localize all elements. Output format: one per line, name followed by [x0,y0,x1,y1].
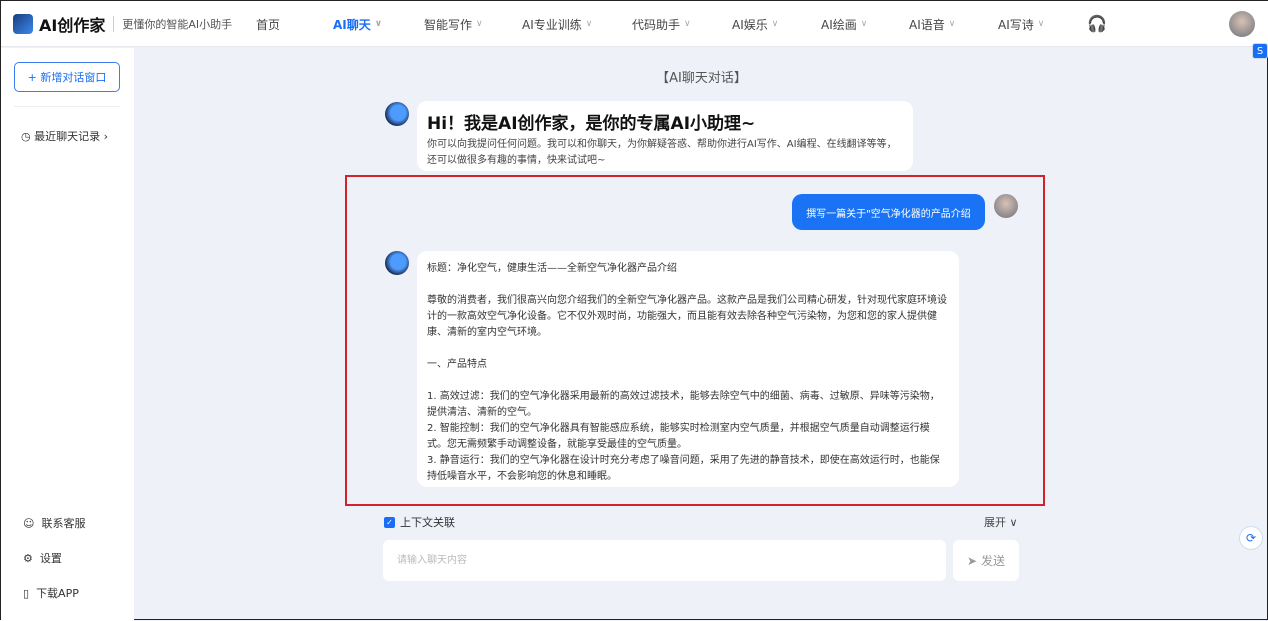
nav-item[interactable]: AI绘画 ∨ [821,1,867,47]
chevron-down-icon: ∨ [476,19,483,29]
nav-label: AI绘画 [821,17,857,32]
send-button[interactable]: ➤ 发送 [953,540,1019,581]
download-label: 下载APP [36,587,79,600]
download-app-link[interactable]: ▯ 下载APP [23,585,79,601]
smile-icon: ☺ [23,517,35,530]
checkbox-checked-icon[interactable]: ✓ [384,516,395,528]
logo-text: AI创作家 [39,15,106,35]
chat-title: 【AI聊天对话】 [656,71,747,86]
slogan: 更懂你的智能AI小助手 [113,15,232,32]
nav-item[interactable]: 智能写作 ∨ [424,1,483,47]
side-tool-icon[interactable]: S [1252,43,1268,59]
chevron-down-icon: ∨ [585,19,593,29]
chevron-down-icon: ∨ [771,19,779,29]
chevron-down-icon: ∨ [948,19,956,29]
chevron-down-icon: ∨ [1037,19,1045,29]
recent-history-link[interactable]: ◷ 最近聊天记录 › [21,128,108,144]
welcome-desc: 你可以向我提问任何问题。我可以和你聊天，为你解疑答惑、帮助你进行AI写作、AI编… [427,139,897,166]
nav-label: 代码助手 [632,17,681,32]
nav-label: 首页 [256,17,281,32]
expand-button[interactable]: 展开 ∨ [984,514,1018,530]
float-assistant-icon[interactable]: ⟳ [1239,526,1263,550]
settings-link[interactable]: ⚙ 设置 [23,550,62,566]
phone-icon: ▯ [23,587,30,600]
nav-item[interactable]: 代码助手 ∨ [632,1,691,47]
highlight-box [345,175,1045,506]
logo-icon [13,13,33,34]
nav-label: AI聊天 [333,17,371,32]
nav-item[interactable]: 首页 [256,1,280,47]
nav-label: AI语音 [909,17,945,32]
contact-support[interactable]: ☺ 联系客服 [23,515,85,531]
settings-label: 设置 [39,552,62,565]
context-label: 上下文关联 [400,516,455,529]
nav-label: AI娱乐 [732,17,768,32]
nav-item[interactable]: AI专业训练 ∨ [522,1,592,47]
user-avatar[interactable] [1229,11,1255,37]
headset-icon[interactable]: 🎧 [1087,14,1107,33]
chevron-down-icon: ∨ [374,19,383,29]
send-label: 发送 [980,554,1005,568]
top-nav-bar: AI创作家 更懂你的智能AI小助手 首页 AI聊天 ∨ 智能写作 ∨ AI专业训练 ∨ 代码助… [1,1,1268,47]
welcome-card: Hi！我是AI创作家，是你的专属AI小助理~ 你可以向我提问任何问题。我可以和你… [417,101,913,171]
contact-label: 联系客服 [41,517,86,530]
chevron-down-icon: ∨ [860,19,868,29]
nav-label: 智能写作 [424,17,473,32]
context-toggle[interactable]: ✓ 上下文关联 [384,514,455,530]
nav-item[interactable]: AI娱乐 ∨ [732,1,778,47]
welcome-title: Hi！我是AI创作家，是你的专属AI小助理~ [427,114,756,134]
logo[interactable]: AI创作家 更懂你的智能AI小助手 [13,12,232,36]
send-icon: ➤ [967,553,978,568]
bot-avatar [385,102,409,126]
history-label: 最近聊天记录 › [34,130,109,143]
nav-item[interactable]: AI语音 ∨ [909,1,955,47]
chat-input[interactable] [383,540,946,581]
gear-icon: ⚙ [23,552,33,565]
chevron-down-icon: ∨ [684,19,691,29]
nav-label: AI写诗 [998,17,1034,32]
nav-item[interactable]: AI写诗 ∨ [998,1,1044,47]
nav-label: AI专业训练 [522,17,582,32]
sidebar: + 新增对话窗口 ◷ 最近聊天记录 › ☺ 联系客服 ⚙ 设置 ▯ 下载APP [1,48,134,621]
nav-item[interactable]: AI聊天 ∨ [333,1,382,47]
divider [14,106,120,107]
